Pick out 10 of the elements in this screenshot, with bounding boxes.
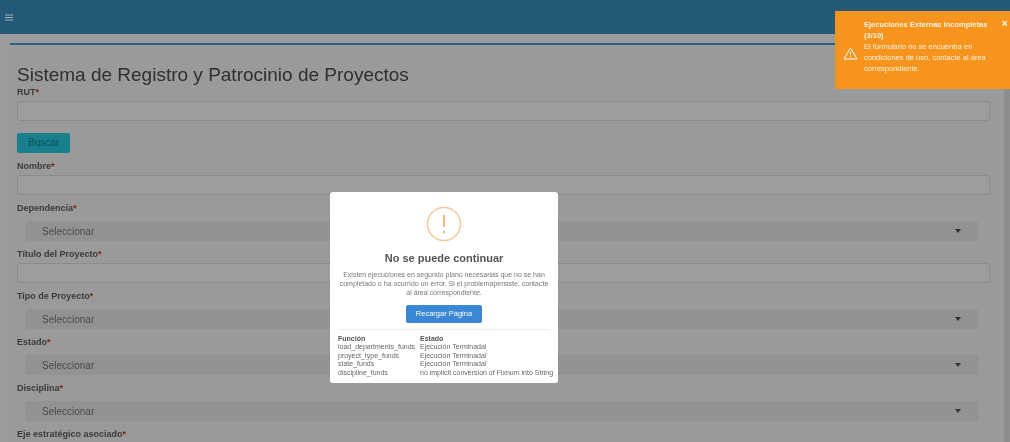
field-label: Nombre* — [17, 161, 55, 172]
field-label: Disciplina* — [17, 383, 64, 394]
field-label: Tipo de Proyecto* — [17, 291, 94, 302]
field-label: RUT* — [17, 87, 39, 98]
field-label: Título del Proyecto* — [17, 249, 102, 260]
field-label: Dependencia* — [17, 203, 77, 214]
field-label: Estado* — [17, 337, 51, 348]
field-label: Eje estratégico asociado* — [17, 429, 127, 440]
page-title: Sistema de Registro y Patrocinio de Proyectos — [17, 64, 409, 86]
dialog-title: No se puede continuar — [384, 251, 504, 266]
